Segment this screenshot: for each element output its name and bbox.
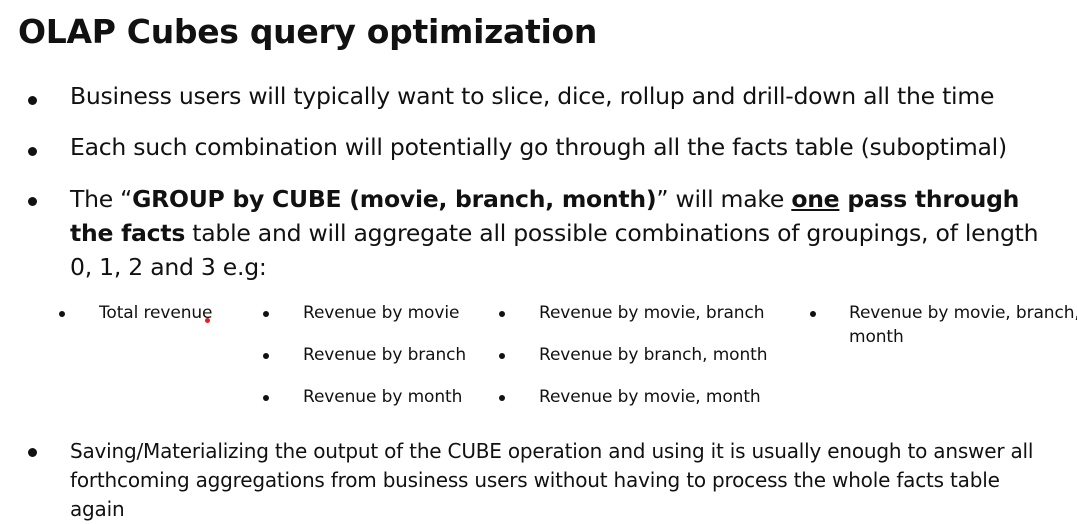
grouping-revenue-by-movie-branch-month-line-2: month	[849, 327, 904, 347]
bullet-2-text: Each such combination will potentially g…	[70, 133, 1007, 161]
bullet-dot-icon	[28, 197, 37, 206]
grouping-revenue-by-month: Revenue by month	[303, 387, 463, 407]
grouping-revenue-by-movie-month: Revenue by movie, month	[539, 387, 761, 407]
bullet-3-part-2: ” will make	[656, 185, 792, 213]
sub-bullet-dot-icon	[263, 395, 269, 401]
slide-title: OLAP Cubes query optimization	[18, 12, 598, 51]
slide: OLAP Cubes query optimization Business u…	[0, 0, 1077, 524]
sub-bullet-dot-icon	[263, 311, 269, 317]
grouping-total-revenue: Total revenue	[99, 303, 213, 323]
sub-bullet-dot-icon	[810, 311, 816, 317]
grouping-revenue-by-movie-branch-month-line-1: Revenue by movie, branch,	[849, 303, 1077, 323]
bullet-3-one: one	[791, 185, 840, 213]
bullet-dot-icon	[28, 96, 37, 105]
bullet-4-text: Saving/Materializing the output of the C…	[70, 439, 1034, 521]
sub-bullet-dot-icon	[263, 353, 269, 359]
sub-bullet-dot-icon	[59, 311, 65, 317]
bullet-1-text: Business users will typically want to sl…	[70, 82, 995, 110]
bullet-3-group-by-cube: GROUP by CUBE (movie, branch, month)	[132, 185, 657, 213]
grouping-revenue-by-movie: Revenue by movie	[303, 303, 460, 323]
bullet-dot-icon	[28, 147, 37, 156]
grouping-revenue-by-movie-branch: Revenue by movie, branch	[539, 303, 765, 323]
pointer-dot-icon	[205, 318, 210, 323]
sub-bullet-dot-icon	[499, 353, 505, 359]
bullet-3-part-3: table and will aggregate all possible co…	[70, 219, 1039, 281]
bullet-3-text: The “GROUP by CUBE (movie, branch, month…	[70, 182, 1060, 284]
sub-bullet-dot-icon	[499, 395, 505, 401]
grouping-revenue-by-branch-month: Revenue by branch, month	[539, 345, 768, 365]
bullet-dot-icon	[28, 448, 37, 457]
bullet-3-part-1: The “	[70, 185, 133, 213]
grouping-revenue-by-branch: Revenue by branch	[303, 345, 467, 365]
sub-bullet-dot-icon	[499, 311, 505, 317]
